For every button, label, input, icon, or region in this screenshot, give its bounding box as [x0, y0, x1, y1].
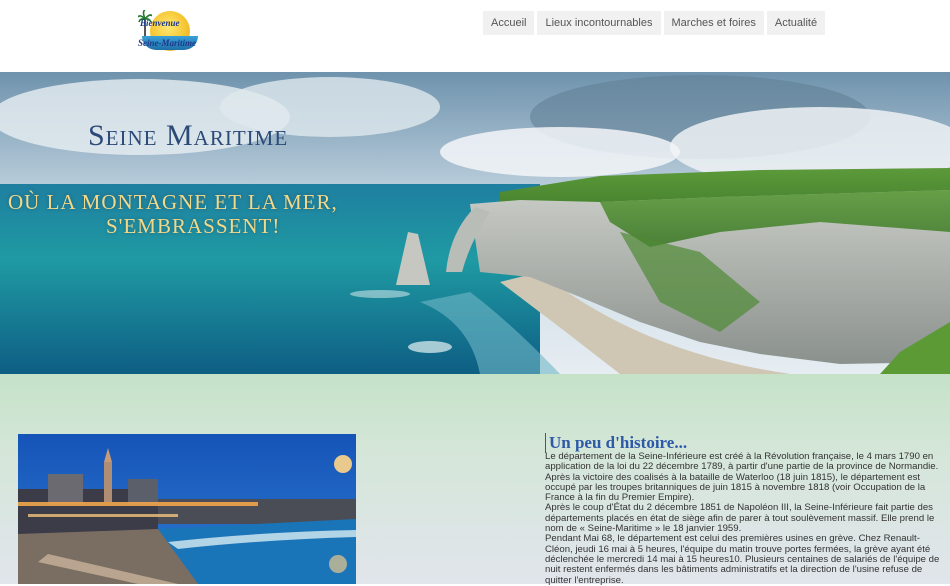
hero-subtitle-line1: Où la montagne et la mer,: [8, 190, 338, 214]
history-paragraph: Après la victoire des coalisés à la bata…: [545, 471, 926, 504]
hero-title: Seine Maritime: [88, 119, 289, 152]
history-text: Le département de la Seine-Inférieure es…: [545, 451, 945, 586]
history-paragraph: Le département de la Seine-Inférieure es…: [545, 451, 939, 473]
history-title: Un peu d'histoire...: [545, 433, 687, 453]
hero-subtitle-line2: s'embrassent!: [106, 214, 281, 238]
nav-item-actualite[interactable]: Actualité: [766, 11, 826, 35]
nav-item-accueil[interactable]: Accueil: [483, 11, 535, 35]
history-paragraph: Après le coup d'État du 2 décembre 1851 …: [545, 502, 935, 535]
logo-text-line2: Seine-Maritime: [138, 38, 196, 48]
city-night-photo: [18, 434, 356, 584]
history-paragraph: Pendant Mai 68, le département est celui…: [545, 533, 940, 586]
logo-text-line1: Bienvenue: [140, 18, 180, 28]
site-logo[interactable]: Bienvenue Seine-Maritime: [136, 8, 200, 54]
content-section: Un peu d'histoire... Le département de l…: [0, 374, 950, 586]
main-nav: Accueil Lieux incontournables Marches et…: [483, 11, 826, 35]
hero-banner: Seine Maritime Où la montagne et la mer,…: [0, 72, 950, 374]
nav-item-marches-et-foires[interactable]: Marches et foires: [663, 11, 764, 35]
nav-item-lieux-incontournables[interactable]: Lieux incontournables: [537, 11, 661, 35]
site-header: Bienvenue Seine-Maritime Accueil Lieux i…: [0, 0, 950, 72]
